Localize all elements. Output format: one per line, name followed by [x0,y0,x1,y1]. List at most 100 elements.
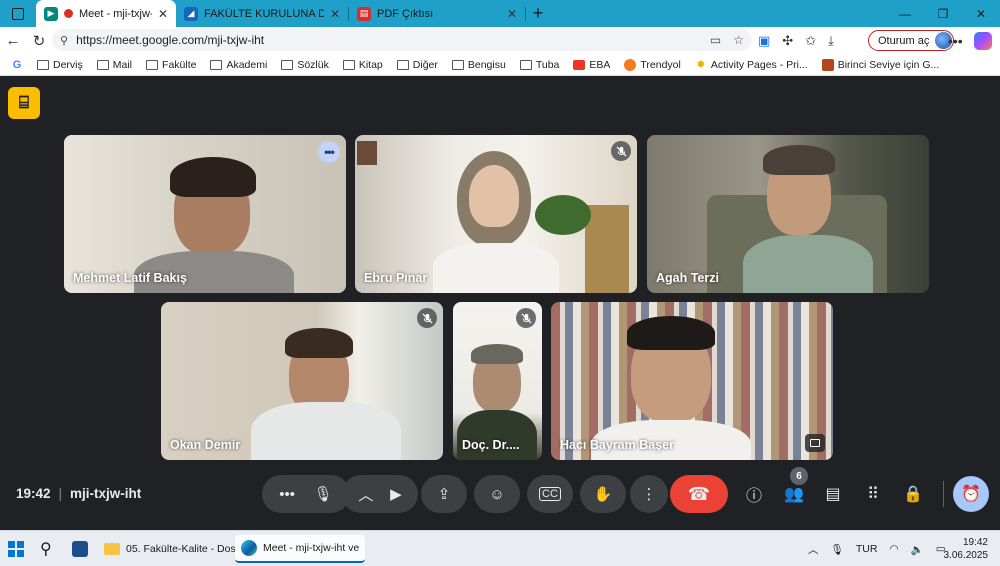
participant-name: Okan Demir [170,438,241,452]
toolbar-divider [943,481,944,507]
speaker-icon[interactable]: 🔈 [911,543,924,556]
favorite-star-icon[interactable]: ☆ [733,33,744,47]
participant-face [469,165,519,227]
camera-icon[interactable]: ▶ [390,485,402,503]
bulb-icon: ✹ [696,59,706,71]
chat-button[interactable]: ▤ [818,479,848,509]
taskbar-app[interactable] [72,535,88,563]
minimize-icon[interactable]: — [886,0,924,27]
chevron-up-icon[interactable]: ︿ [358,484,373,505]
timer-button[interactable]: ⏰ [953,476,989,512]
omnibox-actions: ▭ ☆ [710,29,744,51]
maximize-icon[interactable]: ❐ [924,0,962,27]
tab-document[interactable]: ◢ FAKÜLTE KURULUNA DOKTOR ÖĞ ✕ [176,0,348,27]
apps-grid-icon: ⠿ [867,486,879,503]
host-controls-button[interactable]: 🔒 [898,479,928,509]
meeting-room-icon[interactable]: ⌸ [8,87,40,119]
tab-pdf[interactable]: ▤ PDF Çıktısı ✕ [349,0,525,27]
refresh-button[interactable]: ↻ [26,27,52,54]
bookmark-link[interactable]: EBA [566,59,617,71]
language-indicator[interactable]: TUR [856,543,878,555]
bookmark-folder[interactable]: Derviş [30,59,90,71]
microphone-icon[interactable]: 🎙 [831,543,844,556]
edge-doc-icon: ◢ [184,6,198,21]
taskbar-clock[interactable]: 19:42 3.06.2025 [944,536,989,562]
back-button[interactable]: ← [0,27,26,54]
downloads-icon[interactable]: ⤓ [828,33,834,49]
folder-icon [146,59,159,70]
participant-tile[interactable]: Ebru Pınar [355,135,637,293]
people-icon: 👥 [784,486,804,503]
reactions-button[interactable]: ☺ [474,475,520,513]
microphone-icon[interactable]: 🎙 [314,485,333,503]
clock-time: 19:42 [962,537,988,548]
audio-settings-icon[interactable]: ••• [279,486,295,503]
bookmark-folder[interactable]: Fakülte [139,59,203,71]
taskbar-label: 05. Fakülte-Kalite - Dosy [126,543,241,555]
present-screen-button[interactable]: ⇪ [421,475,467,513]
bookmark-folder[interactable]: Diğer [390,59,445,71]
favorites-icon[interactable]: ✩ [805,33,816,49]
taskbar-explorer[interactable]: 05. Fakülte-Kalite - Dosy [104,535,241,563]
windows-logo-icon [8,541,24,557]
meeting-details-button[interactable]: ⓘ [739,479,769,509]
more-options-button[interactable]: ⋮ [630,475,668,513]
close-tab-icon[interactable]: ✕ [507,7,517,21]
raise-hand-button[interactable]: ✋ [580,475,626,513]
taskbar-edge[interactable]: Meet - mji-txjw-iht ve [235,535,366,563]
separator: | [58,486,63,501]
bookmark-folder[interactable]: Mail [90,59,139,71]
bookmark-folder[interactable]: Bengisu [445,59,513,71]
bookmark-folder[interactable]: Akademi [203,59,274,71]
bookmark-google[interactable]: G [4,59,30,71]
camera-in-use-icon[interactable]: ▭ [710,33,721,47]
activities-button[interactable]: ⠿ [858,479,888,509]
participant-tile[interactable]: Hacı Bayram Başer [551,302,833,460]
start-button[interactable] [8,535,24,563]
tab-meet[interactable]: ▶ Meet - mji-txjw-iht ✕ [36,0,176,27]
url-field[interactable]: ⚲ https://meet.google.com/mji-txjw-iht ▭… [52,29,752,51]
more-options-icon[interactable]: ••• [318,141,340,163]
close-window-icon[interactable]: ✕ [962,0,1000,27]
tab-actions-button[interactable] [0,0,36,27]
meeting-code: mji-txjw-iht [70,486,142,501]
participant-tile[interactable]: Doç. Dr.... [453,302,542,460]
windows-taskbar: ⚲ 05. Fakülte-Kalite - Dosy Meet - mji-t… [0,530,1000,566]
bookmark-label: Diğer [412,58,438,71]
new-tab-button[interactable]: + [526,0,550,27]
browser-menu-icon[interactable]: ••• [948,27,963,54]
copilot-icon[interactable] [974,32,992,50]
bookmark-folder[interactable]: Tuba [513,59,567,71]
participant-tile[interactable]: Agah Terzi [647,135,929,293]
people-button[interactable]: 👥 [779,479,809,509]
hang-up-icon: ☎ [687,483,711,504]
book-icon [821,58,834,71]
search-button[interactable]: ⚲ [40,535,52,563]
bookmark-link[interactable]: Trendyol [617,58,687,71]
extensions-icon[interactable]: ✣ [782,33,793,49]
bookmark-label: Akademi [226,58,268,71]
folder-icon [281,59,294,70]
mic-muted-icon [516,308,536,328]
participant-hair [285,328,353,358]
captions-button[interactable]: CC [527,475,573,513]
folder-icon [451,59,464,70]
leave-call-button[interactable]: ☎ [670,475,728,513]
close-tab-icon[interactable]: ✕ [158,7,168,21]
site-info-icon[interactable]: ⚲ [60,34,68,47]
bookmark-link[interactable]: Birinci Seviye için G... [815,58,947,71]
bookmark-folder[interactable]: Sözlük [274,59,336,71]
participant-tile[interactable]: Okan Demir [161,302,443,460]
bookmark-link[interactable]: ✹ Activity Pages - Pri... [688,59,815,72]
wifi-icon[interactable]: ◠ [889,543,898,555]
reading-view-icon[interactable]: ▣ [758,33,770,49]
captions-icon: CC [539,487,561,501]
picture-in-picture-icon[interactable] [805,434,825,452]
chevron-up-icon[interactable]: ︿ [808,542,819,557]
sign-in-button[interactable]: Oturum aç [868,30,955,51]
participant-tile[interactable]: ••• Mehmet Latif Bakış [64,135,346,293]
bookmark-folder[interactable]: Kitap [336,59,390,71]
close-tab-icon[interactable]: ✕ [330,7,340,21]
google-icon: G [12,58,22,71]
folder-icon [96,59,109,70]
